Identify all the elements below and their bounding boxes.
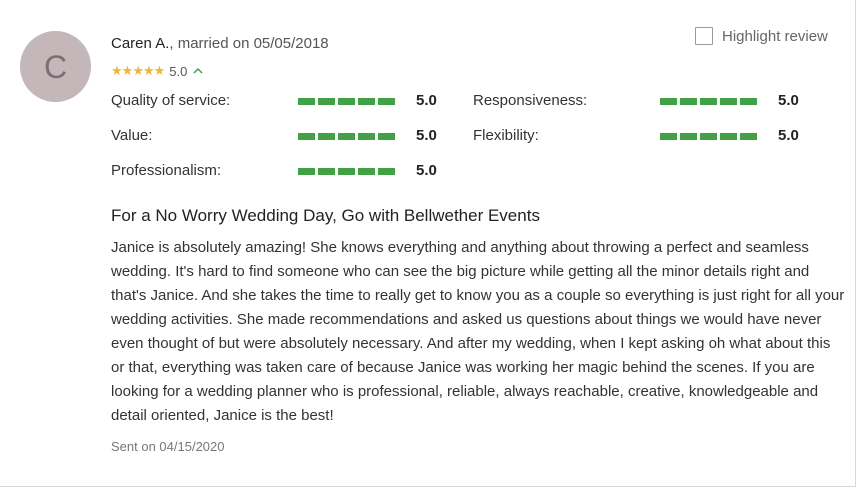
star-rating: ★ ★ ★ ★ ★: [111, 63, 166, 79]
rating-bar: [660, 133, 757, 140]
rating-label: Responsiveness:: [473, 92, 588, 109]
star-icon: ★: [132, 63, 144, 79]
review-title: For a No Worry Wedding Day, Go with Bell…: [111, 206, 540, 225]
rating-label: Value:: [111, 127, 153, 144]
star-icon: ★: [153, 63, 166, 79]
rating-label: Flexibility:: [473, 127, 539, 144]
rating-value: 5.0: [416, 127, 437, 144]
reviewer-line: Caren A., married on 05/05/2018: [111, 35, 329, 52]
star-icon: ★: [142, 63, 155, 79]
married-date: , married on 05/05/2018: [169, 35, 329, 52]
rating-label: Quality of service:: [111, 92, 231, 109]
avatar-initial: C: [43, 48, 68, 85]
rating-bar: [298, 133, 395, 140]
overall-rating[interactable]: ★ ★ ★ ★ ★ 5.0: [111, 63, 204, 79]
chevron-up-icon[interactable]: [192, 65, 204, 77]
highlight-checkbox[interactable]: [695, 27, 713, 45]
highlight-review-label: Highlight review: [722, 27, 828, 45]
rating-value-for-money: Value: 5.0: [111, 126, 451, 146]
reviewer-name: Caren A.: [111, 35, 170, 52]
rating-professionalism: Professionalism: 5.0: [111, 161, 451, 181]
rating-quality-of-service: Quality of service: 5.0: [111, 91, 451, 111]
overall-rating-value: 5.0: [169, 63, 188, 79]
star-icon: ★: [121, 63, 134, 79]
rating-label: Professionalism:: [111, 162, 222, 179]
rating-bar: [298, 98, 395, 105]
rating-value: 5.0: [778, 92, 799, 109]
rating-value: 5.0: [416, 92, 437, 109]
star-icon: ★: [111, 63, 123, 79]
highlight-review-toggle[interactable]: Highlight review: [695, 27, 828, 45]
rating-value: 5.0: [416, 162, 437, 179]
rating-bar: [660, 98, 757, 105]
review-card: C Caren A., married on 05/05/2018 ★ ★ ★ …: [0, 0, 856, 487]
avatar: C: [20, 31, 91, 102]
sent-date: Sent on 04/15/2020: [111, 439, 225, 454]
rating-flexibility: Flexibility: 5.0: [473, 126, 813, 146]
rating-responsiveness: Responsiveness: 5.0: [473, 91, 813, 111]
rating-value: 5.0: [778, 127, 799, 144]
rating-bar: [298, 168, 395, 175]
review-body: Janice is absolutely amazing! She knows …: [111, 239, 845, 424]
